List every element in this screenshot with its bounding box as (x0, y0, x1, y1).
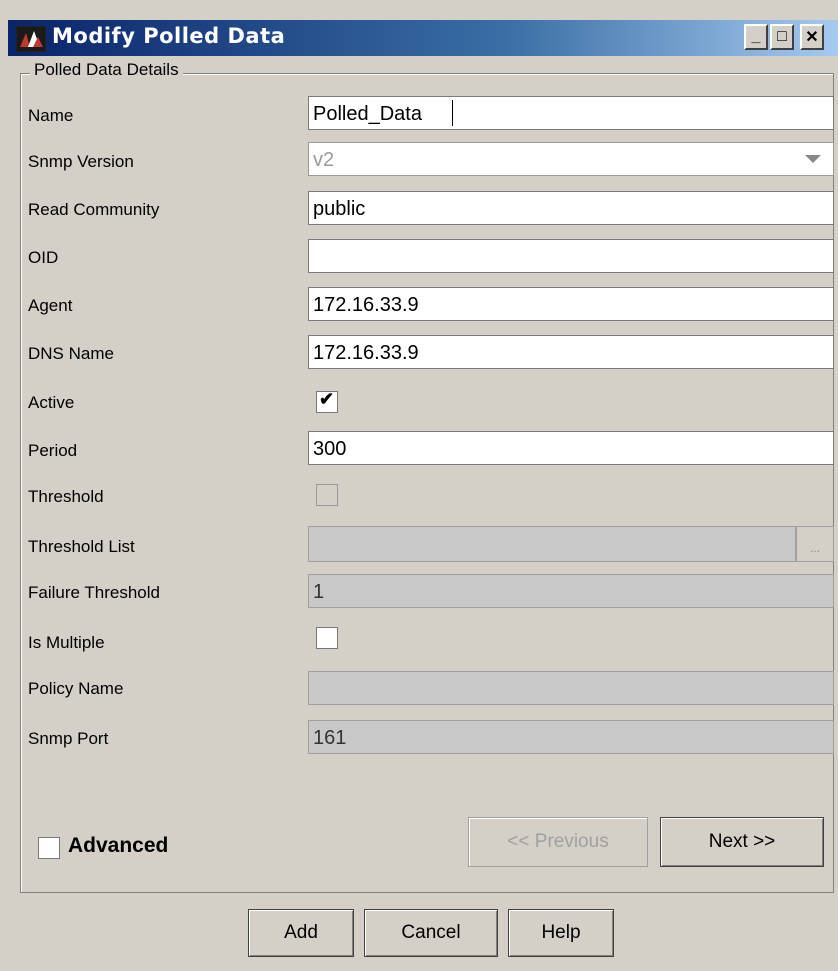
active-checkbox[interactable]: ✔ (316, 389, 338, 413)
oid-input[interactable] (308, 239, 834, 273)
add-button[interactable]: Add (248, 909, 354, 957)
group-title: Polled Data Details (30, 60, 183, 80)
failure-threshold-input[interactable]: 1 (308, 574, 834, 608)
is-multiple-label: Is Multiple (28, 633, 105, 652)
previous-label: << Previous (507, 831, 609, 852)
name-input[interactable]: Polled_Data (308, 96, 834, 130)
read-community-label: Read Community (28, 200, 160, 219)
app-logo-icon (16, 26, 46, 52)
checkmark-icon: ✔ (319, 389, 335, 409)
minimize-button[interactable]: _ (744, 24, 768, 50)
period-input[interactable]: 300 (308, 431, 834, 465)
threshold-checkbox[interactable] (316, 484, 338, 506)
snmp-port-value: 161 (313, 727, 347, 749)
window-title: Modify Polled Data (52, 24, 286, 48)
help-button[interactable]: Help (508, 909, 614, 957)
snmp-port-input[interactable]: 161 (308, 720, 834, 754)
snmp-version-value: v2 (313, 149, 335, 171)
previous-button[interactable]: << Previous (468, 817, 648, 867)
next-button[interactable]: Next >> (660, 817, 824, 867)
maximize-button[interactable]: □ (770, 24, 794, 50)
failure-threshold-label: Failure Threshold (28, 583, 160, 602)
oid-label: OID (28, 248, 59, 267)
policy-name-input[interactable] (308, 671, 834, 705)
threshold-list-browse-button[interactable]: ... (796, 526, 834, 562)
minimize-icon: _ (751, 28, 761, 45)
text-caret (452, 100, 453, 126)
close-button[interactable]: ✕ (800, 24, 824, 50)
name-value: Polled_Data (313, 103, 422, 125)
ellipsis-icon: ... (809, 541, 820, 555)
dns-name-input[interactable]: 172.16.33.9 (308, 335, 834, 369)
dns-name-value: 172.16.33.9 (313, 342, 419, 364)
chevron-down-icon (805, 155, 821, 163)
advanced-label[interactable]: Advanced (68, 834, 168, 858)
cancel-button[interactable]: Cancel (364, 909, 498, 957)
title-bar[interactable]: Modify Polled Data _ □ ✕ (8, 20, 838, 56)
snmp-port-label: Snmp Port (28, 729, 109, 748)
agent-input[interactable]: 172.16.33.9 (308, 287, 834, 321)
policy-name-label: Policy Name (28, 679, 124, 698)
snmp-version-label: Snmp Version (28, 152, 134, 171)
maximize-icon: □ (777, 28, 787, 45)
cancel-label: Cancel (401, 922, 461, 943)
threshold-list-field[interactable] (308, 526, 796, 562)
snmp-version-select[interactable]: v2 (308, 142, 834, 176)
agent-value: 172.16.33.9 (313, 294, 419, 316)
active-label: Active (28, 393, 75, 412)
threshold-label: Threshold (28, 487, 104, 506)
is-multiple-checkbox[interactable] (316, 627, 338, 649)
read-community-value: public (313, 198, 366, 220)
threshold-list-label: Threshold List (28, 537, 135, 556)
period-value: 300 (313, 438, 347, 460)
agent-label: Agent (28, 296, 73, 315)
name-label: Name (28, 106, 74, 125)
period-label: Period (28, 441, 78, 460)
close-icon: ✕ (805, 29, 819, 46)
modify-polled-data-dialog: Modify Polled Data _ □ ✕ Polled Data Det… (0, 0, 838, 971)
read-community-input[interactable]: public (308, 191, 834, 225)
next-label: Next >> (708, 831, 776, 852)
dns-name-label: DNS Name (28, 344, 114, 363)
add-label: Add (284, 922, 318, 943)
advanced-checkbox[interactable] (38, 837, 60, 859)
failure-threshold-value: 1 (313, 581, 325, 603)
help-label: Help (541, 922, 581, 943)
